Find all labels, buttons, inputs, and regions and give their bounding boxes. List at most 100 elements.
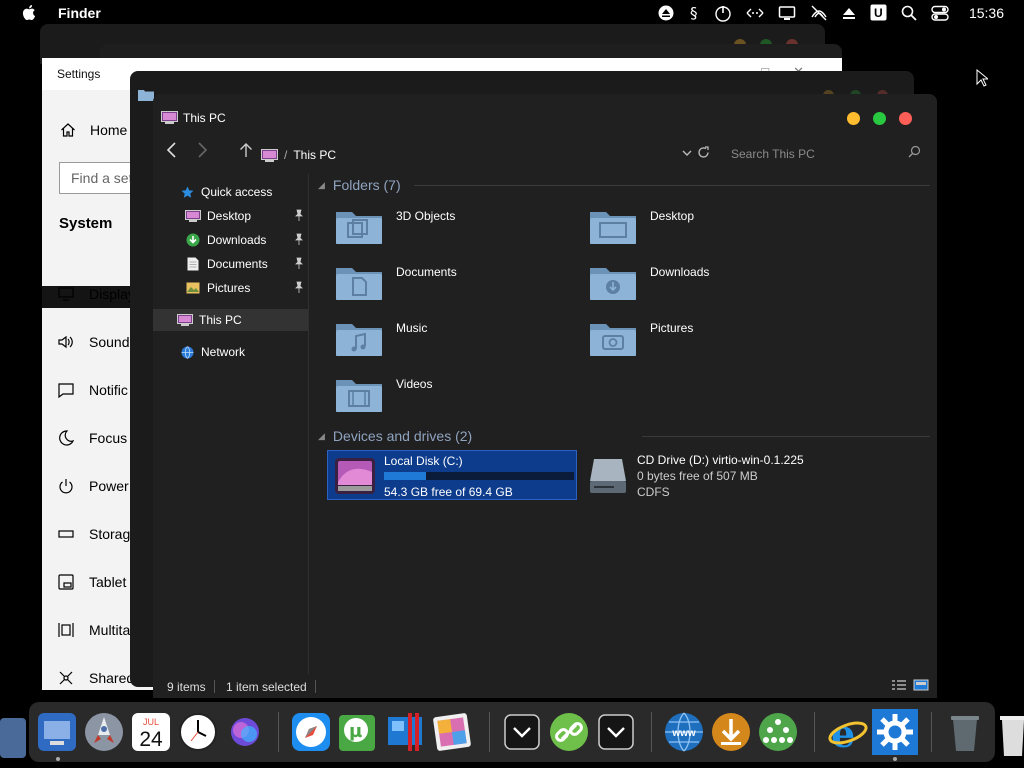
close-button[interactable] xyxy=(899,112,912,125)
settings-nav-sound[interactable]: Sound xyxy=(57,318,139,366)
search-icon[interactable] xyxy=(908,145,921,158)
folder-music[interactable]: Music xyxy=(326,316,566,366)
control-center-icon[interactable] xyxy=(931,5,949,21)
link-icon[interactable] xyxy=(546,709,592,755)
folder-name: Videos xyxy=(396,377,433,391)
finder-dock-edge-icon[interactable] xyxy=(0,714,28,758)
breadcrumb[interactable]: / This PC xyxy=(261,148,336,162)
breadcrumb-item[interactable]: This PC xyxy=(293,148,336,162)
settings-nav-notifications[interactable]: Notific xyxy=(57,366,139,414)
folder-downloads[interactable]: Downloads xyxy=(580,260,820,310)
pin-icon[interactable] xyxy=(294,257,304,269)
up-icon[interactable] xyxy=(239,142,253,158)
refresh-icon[interactable] xyxy=(697,146,710,159)
sidebar-item-this-pc[interactable]: This PC xyxy=(153,309,308,331)
notifications-icon xyxy=(57,381,75,399)
drive-local-disk-c[interactable]: Local Disk (C:) 54.3 GB free of 69.4 GB xyxy=(327,450,577,500)
collapse-caret-icon[interactable]: ◢ xyxy=(318,180,325,191)
settings-nav-storage[interactable]: Storag xyxy=(57,510,139,558)
dock-separator xyxy=(651,712,652,752)
search-placeholder: Search This PC xyxy=(731,147,815,161)
preview-icon[interactable] xyxy=(429,709,475,755)
power-icon[interactable] xyxy=(714,4,732,22)
pin-icon[interactable] xyxy=(294,209,304,221)
network-arrows-icon[interactable] xyxy=(746,5,764,21)
pictures-icon xyxy=(185,280,201,296)
settings-nav-multitasking[interactable]: Multita xyxy=(57,606,139,654)
settings-home[interactable]: Home xyxy=(60,122,127,138)
chevron-down-icon[interactable] xyxy=(499,709,545,755)
sidebar-item-pictures[interactable]: Pictures xyxy=(153,277,308,299)
music-folder-icon xyxy=(336,324,382,356)
pin-icon[interactable] xyxy=(294,281,304,293)
calendar-icon[interactable]: JUL 24 xyxy=(128,709,174,755)
drives-group-header[interactable]: ◢ Devices and drives (2) xyxy=(318,427,472,445)
chevron-down-icon[interactable] xyxy=(593,709,639,755)
active-app-name[interactable]: Finder xyxy=(58,5,101,21)
explorer-window[interactable]: This PC / This PC Search This PC Quick a… xyxy=(153,94,937,698)
safari-icon[interactable] xyxy=(288,709,334,755)
folder-documents[interactable]: Documents xyxy=(326,260,566,310)
back-icon[interactable] xyxy=(165,142,179,158)
chevron-down-icon[interactable] xyxy=(681,147,693,159)
settings-nav-shared[interactable]: Shared xyxy=(57,654,139,702)
sidebar-item-documents[interactable]: Documents xyxy=(153,253,308,275)
siri-icon[interactable] xyxy=(222,709,268,755)
details-view-icon[interactable] xyxy=(891,679,907,691)
folder-videos[interactable]: Videos xyxy=(326,372,566,422)
menu-clock[interactable]: 15:36 xyxy=(969,5,1004,21)
sidebar-item-quick-access[interactable]: Quick access xyxy=(153,181,308,203)
status-separator xyxy=(214,680,215,693)
drive-cd-d[interactable]: CD Drive (D:) virtio-win-0.1.225 0 bytes… xyxy=(581,450,881,500)
sidebar-item-downloads[interactable]: Downloads xyxy=(153,229,308,251)
zoom-button[interactable] xyxy=(873,112,886,125)
tiles-view-icon[interactable] xyxy=(913,679,929,691)
internet-explorer-icon[interactable]: e xyxy=(825,709,871,755)
settings-nav-tablet[interactable]: Tablet xyxy=(57,558,139,606)
utorrent-icon[interactable]: µ xyxy=(335,709,381,755)
settings-gear-icon[interactable] xyxy=(872,709,918,755)
apple-menu-icon[interactable] xyxy=(22,4,38,21)
display-icon[interactable] xyxy=(778,5,796,21)
launchpad-icon[interactable] xyxy=(81,709,127,755)
u-app-icon[interactable]: U xyxy=(870,4,887,21)
settings-nav-label: Display xyxy=(89,286,135,302)
group-divider xyxy=(414,185,930,186)
3d-objects-folder-icon xyxy=(336,212,382,244)
settings-nav-power[interactable]: Power xyxy=(57,462,139,510)
folder-3d-objects[interactable]: 3D Objects xyxy=(326,204,566,254)
dock-separator xyxy=(814,712,815,752)
search-icon[interactable] xyxy=(901,5,917,21)
sidebar-item-network[interactable]: Network xyxy=(153,341,308,363)
parallels-icon[interactable] xyxy=(382,709,428,755)
folder-desktop[interactable]: Desktop xyxy=(580,204,820,254)
trash-icon[interactable] xyxy=(942,709,988,755)
eject-up-icon[interactable] xyxy=(842,6,856,20)
dock: JUL 24 µ www e xyxy=(29,702,995,762)
collapse-caret-icon[interactable]: ◢ xyxy=(318,431,325,442)
sidebar-item-desktop[interactable]: Desktop xyxy=(153,205,308,227)
finder-icon[interactable] xyxy=(34,709,80,755)
drive-filesystem: CDFS xyxy=(637,485,670,499)
settings-nav-display[interactable]: Display xyxy=(57,270,139,318)
download-icon[interactable] xyxy=(708,709,754,755)
this-pc-icon xyxy=(261,148,278,162)
settings-nav-focus[interactable]: Focus a xyxy=(57,414,139,462)
folders-group-header[interactable]: ◢ Folders (7) xyxy=(318,176,401,194)
trash-edge-icon[interactable] xyxy=(1000,714,1024,758)
settings-nav-label: Power xyxy=(89,478,129,494)
network-app-icon[interactable] xyxy=(755,709,801,755)
search-input[interactable]: Search This PC xyxy=(719,140,925,166)
dollar-icon[interactable]: § xyxy=(688,4,700,22)
pin-icon[interactable] xyxy=(294,233,304,245)
explorer-titlebar[interactable]: This PC xyxy=(153,94,937,138)
folder-pictures[interactable]: Pictures xyxy=(580,316,820,366)
status-bar: 9 items 1 item selected xyxy=(153,674,937,698)
mute-icon[interactable] xyxy=(810,5,828,21)
eject-icon[interactable] xyxy=(658,5,674,21)
running-indicator xyxy=(893,757,897,761)
globe-www-icon[interactable]: www xyxy=(661,709,707,755)
minimize-button[interactable] xyxy=(847,112,860,125)
forward-icon[interactable] xyxy=(195,142,209,158)
clock-icon[interactable] xyxy=(175,709,221,755)
